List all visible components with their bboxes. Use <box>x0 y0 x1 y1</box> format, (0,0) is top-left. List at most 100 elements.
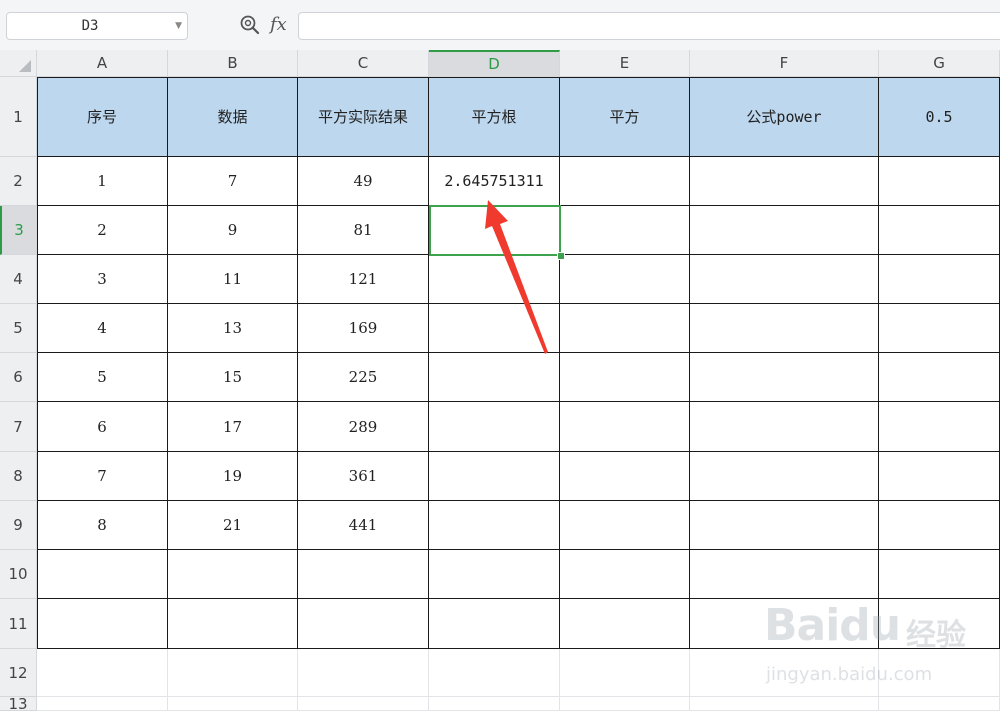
cell-e6[interactable] <box>560 353 690 402</box>
cell-f4[interactable] <box>690 255 879 304</box>
cell-d5[interactable] <box>429 304 560 353</box>
cell-a9[interactable]: 8 <box>37 501 168 550</box>
column-header-c[interactable]: C <box>298 50 429 77</box>
cell-a2[interactable]: 1 <box>37 157 168 206</box>
cell-c12[interactable] <box>298 649 429 697</box>
cell-f8[interactable] <box>690 452 879 501</box>
cell-c2[interactable]: 49 <box>298 157 429 206</box>
cell-g5[interactable] <box>879 304 1000 353</box>
cell-e2[interactable] <box>560 157 690 206</box>
zoom-icon[interactable] <box>239 14 261 36</box>
row-header-7[interactable]: 7 <box>0 402 37 452</box>
cell-b7[interactable]: 17 <box>168 402 298 452</box>
row-header-2[interactable]: 2 <box>0 157 37 206</box>
cell-c11[interactable] <box>298 599 429 649</box>
cell-f13[interactable] <box>690 697 879 711</box>
row-header-4[interactable]: 4 <box>0 255 37 304</box>
cell-b8[interactable]: 19 <box>168 452 298 501</box>
cell-d7[interactable] <box>429 402 560 452</box>
cell-b12[interactable] <box>168 649 298 697</box>
cell-d8[interactable] <box>429 452 560 501</box>
cell-c10[interactable] <box>298 550 429 599</box>
cell-g2[interactable] <box>879 157 1000 206</box>
cell-c9[interactable]: 441 <box>298 501 429 550</box>
cell-g13[interactable] <box>879 697 1000 711</box>
cell-b1[interactable]: 数据 <box>168 77 298 157</box>
cell-e5[interactable] <box>560 304 690 353</box>
cell-a3[interactable]: 2 <box>37 206 168 255</box>
cell-e9[interactable] <box>560 501 690 550</box>
row-header-8[interactable]: 8 <box>0 452 37 501</box>
row-header-3[interactable]: 3 <box>0 206 37 255</box>
cell-f5[interactable] <box>690 304 879 353</box>
cell-e7[interactable] <box>560 402 690 452</box>
cell-a11[interactable] <box>37 599 168 649</box>
cell-a4[interactable]: 3 <box>37 255 168 304</box>
cell-b11[interactable] <box>168 599 298 649</box>
row-header-13[interactable]: 13 <box>0 697 37 712</box>
row-header-1[interactable]: 1 <box>0 77 37 157</box>
cell-d11[interactable] <box>429 599 560 649</box>
cell-b4[interactable]: 11 <box>168 255 298 304</box>
cell-b3[interactable]: 9 <box>168 206 298 255</box>
cell-e10[interactable] <box>560 550 690 599</box>
cell-d13[interactable] <box>429 697 560 711</box>
cell-b13[interactable] <box>168 697 298 711</box>
row-header-5[interactable]: 5 <box>0 304 37 353</box>
name-box[interactable]: D3 ▼ <box>6 12 188 40</box>
cell-e8[interactable] <box>560 452 690 501</box>
cell-g3[interactable] <box>879 206 1000 255</box>
cell-f10[interactable] <box>690 550 879 599</box>
selected-cell-outline[interactable] <box>429 205 561 256</box>
cell-e12[interactable] <box>560 649 690 697</box>
cell-d12[interactable] <box>429 649 560 697</box>
column-header-d[interactable]: D <box>429 50 560 77</box>
cell-f9[interactable] <box>690 501 879 550</box>
cell-a8[interactable]: 7 <box>37 452 168 501</box>
cell-f2[interactable] <box>690 157 879 206</box>
cell-c5[interactable]: 169 <box>298 304 429 353</box>
cell-e11[interactable] <box>560 599 690 649</box>
cell-g10[interactable] <box>879 550 1000 599</box>
formula-input[interactable] <box>298 12 1000 40</box>
cell-a12[interactable] <box>37 649 168 697</box>
cell-e4[interactable] <box>560 255 690 304</box>
cell-b5[interactable]: 13 <box>168 304 298 353</box>
cell-b10[interactable] <box>168 550 298 599</box>
cell-g9[interactable] <box>879 501 1000 550</box>
cell-f7[interactable] <box>690 402 879 452</box>
cell-c4[interactable]: 121 <box>298 255 429 304</box>
fill-handle[interactable] <box>557 252 565 260</box>
cell-a1[interactable]: 序号 <box>37 77 168 157</box>
cell-d10[interactable] <box>429 550 560 599</box>
cell-g7[interactable] <box>879 402 1000 452</box>
column-header-a[interactable]: A <box>37 50 168 77</box>
row-header-12[interactable]: 12 <box>0 649 37 697</box>
cell-c1[interactable]: 平方实际结果 <box>298 77 429 157</box>
cell-e13[interactable] <box>560 697 690 711</box>
cell-g1[interactable]: 0.5 <box>879 77 1000 157</box>
cell-g6[interactable] <box>879 353 1000 402</box>
row-header-11[interactable]: 11 <box>0 599 37 649</box>
row-header-9[interactable]: 9 <box>0 501 37 550</box>
cell-e1[interactable]: 平方 <box>560 77 690 157</box>
cell-b9[interactable]: 21 <box>168 501 298 550</box>
row-header-6[interactable]: 6 <box>0 353 37 402</box>
cell-d1[interactable]: 平方根 <box>429 77 560 157</box>
row-header-10[interactable]: 10 <box>0 550 37 599</box>
cell-d4[interactable] <box>429 255 560 304</box>
cell-b6[interactable]: 15 <box>168 353 298 402</box>
column-header-b[interactable]: B <box>168 50 298 77</box>
column-header-f[interactable]: F <box>690 50 879 77</box>
cell-a10[interactable] <box>37 550 168 599</box>
select-all-corner[interactable] <box>0 50 37 77</box>
cell-d2[interactable]: 2.645751311 <box>429 157 560 206</box>
cell-g4[interactable] <box>879 255 1000 304</box>
cell-a5[interactable]: 4 <box>37 304 168 353</box>
cell-b2[interactable]: 7 <box>168 157 298 206</box>
cell-a6[interactable]: 5 <box>37 353 168 402</box>
cell-e3[interactable] <box>560 206 690 255</box>
cell-a7[interactable]: 6 <box>37 402 168 452</box>
column-header-e[interactable]: E <box>560 50 690 77</box>
cell-f6[interactable] <box>690 353 879 402</box>
